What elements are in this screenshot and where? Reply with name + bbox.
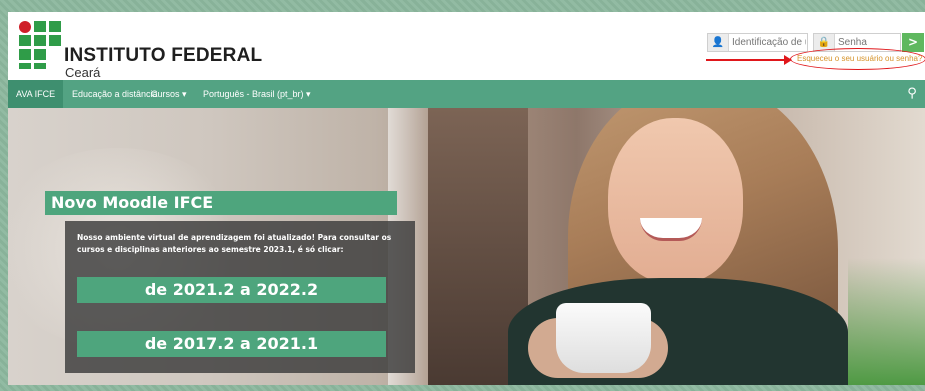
site-header: INSTITUTO FEDERAL Ceará 👤 🔒 > Esqueceu o… (8, 12, 925, 80)
hero-text: Nosso ambiente virtual de aprendizagem f… (77, 233, 392, 254)
username-field[interactable]: 👤 (707, 33, 808, 52)
archive-2017-2021-button[interactable]: de 2017.2 a 2021.1 (77, 331, 386, 357)
ifce-logo-icon (19, 21, 61, 69)
annotation-arrow-head-icon (784, 55, 792, 65)
hero-banner: Novo Moodle IFCE Nosso ambiente virtual … (8, 108, 925, 385)
search-icon[interactable]: ⚲ (899, 80, 925, 108)
brand-subtitle: Ceará (65, 65, 101, 80)
login-submit-button[interactable]: > (902, 33, 924, 52)
hero-title: Novo Moodle IFCE (45, 191, 397, 215)
coffee-cup-image (556, 303, 651, 373)
hero-panel: Nosso ambiente virtual de aprendizagem f… (65, 221, 415, 373)
annotation-arrow (706, 59, 786, 61)
nav-item-cursos[interactable]: Cursos ▾ (143, 80, 195, 108)
annotation-circle (790, 48, 925, 70)
archive-2021-2022-button[interactable]: de 2021.2 a 2022.2 (77, 277, 386, 303)
nav-item-ava-ifce[interactable]: AVA IFCE (8, 80, 64, 108)
user-icon: 👤 (708, 34, 729, 51)
main-navbar: AVA IFCE Educação a distância Cursos ▾ P… (8, 80, 925, 108)
username-input[interactable] (732, 35, 806, 50)
nav-item-language[interactable]: Português - Brasil (pt_br) ▾ (195, 80, 319, 108)
brand-title: INSTITUTO FEDERAL (64, 45, 263, 66)
moodle-page: INSTITUTO FEDERAL Ceará 👤 🔒 > Esqueceu o… (8, 12, 925, 385)
